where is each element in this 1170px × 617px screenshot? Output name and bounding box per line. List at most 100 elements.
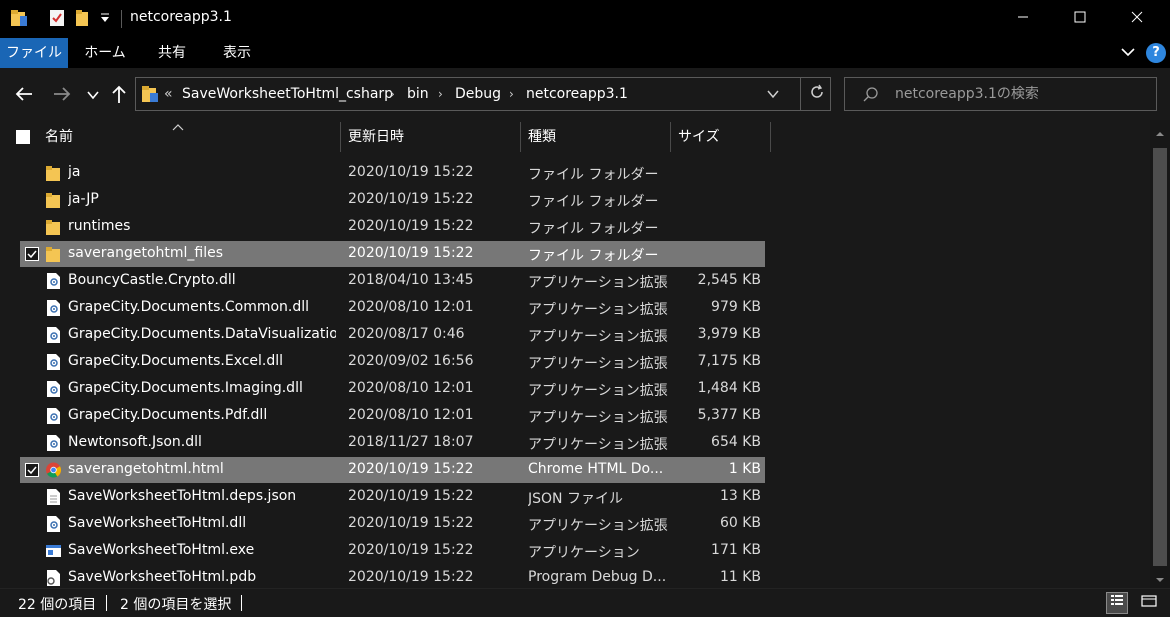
file-name[interactable]: GrapeCity.Documents.Common.dll <box>68 299 336 315</box>
address-bar[interactable]: « SaveWorksheetToHtml_csharp › bin › Deb… <box>135 77 831 111</box>
breadcrumb-savewiorksheettohtml-csharp[interactable]: SaveWorksheetToHtml_csharp <box>182 86 393 102</box>
maximize-button[interactable] <box>1057 0 1103 38</box>
file-date: 2020/10/19 15:22 <box>348 569 474 585</box>
new-folder-icon[interactable] <box>74 8 92 32</box>
dll-file-icon <box>45 380 62 398</box>
file-name[interactable]: GrapeCity.Documents.DataVisualizatio... <box>68 326 336 342</box>
forward-button[interactable] <box>52 84 72 108</box>
search-box[interactable] <box>844 77 1157 111</box>
details-view-button[interactable] <box>1106 592 1128 614</box>
file-row[interactable]: Newtonsoft.Json.dll 2018/11/27 18:07 アプリケー… <box>20 430 765 456</box>
file-date: 2020/08/17 0:46 <box>348 326 465 342</box>
tab-share[interactable]: 共有 <box>146 38 198 68</box>
column-date-modified[interactable]: 更新日時 <box>348 120 404 154</box>
tab-file[interactable]: ファイル <box>0 38 68 68</box>
file-name[interactable]: GrapeCity.Documents.Imaging.dll <box>68 380 336 396</box>
column-size[interactable]: サイズ <box>678 120 720 154</box>
close-button[interactable] <box>1114 0 1160 38</box>
file-row[interactable]: GrapeCity.Documents.DataVisualizatio... 2… <box>20 322 765 348</box>
row-checkbox[interactable] <box>25 247 39 261</box>
file-size: 1,484 KB <box>697 380 761 396</box>
file-name[interactable]: runtimes <box>68 218 336 234</box>
dll-file-icon <box>45 299 62 317</box>
breadcrumb-bin[interactable]: bin <box>407 86 429 102</box>
tab-view[interactable]: 表示 <box>210 38 264 68</box>
minimize-icon <box>1017 11 1029 27</box>
item-count: 22 個の項目 <box>18 597 97 613</box>
close-icon <box>1131 11 1143 27</box>
recent-locations-button[interactable] <box>87 88 99 104</box>
column-divider[interactable] <box>670 122 671 152</box>
file-row[interactable]: ja-JP 2020/10/19 15:22 ファイル フォルダー <box>20 187 765 213</box>
back-button[interactable] <box>14 84 34 108</box>
row-checkbox[interactable] <box>25 463 39 477</box>
file-type: アプリケーション拡張 <box>528 410 668 426</box>
file-name[interactable]: SaveWorksheetToHtml.deps.json <box>68 488 336 504</box>
file-name[interactable]: GrapeCity.Documents.Pdf.dll <box>68 407 336 423</box>
vertical-scrollbar[interactable] <box>1150 120 1170 588</box>
quick-access-dropdown-icon[interactable] <box>100 12 110 28</box>
file-name[interactable]: ja <box>68 164 336 180</box>
file-name[interactable]: SaveWorksheetToHtml.dll <box>68 515 336 531</box>
scrollbar-thumb[interactable] <box>1153 148 1167 566</box>
file-name[interactable]: SaveWorksheetToHtml.pdb <box>68 569 336 585</box>
file-size: 2,545 KB <box>697 272 761 288</box>
file-name[interactable]: saverangetohtml_files <box>68 245 336 261</box>
file-row[interactable]: SaveWorksheetToHtml.exe 2020/10/19 15:22 ア… <box>20 538 765 564</box>
file-date: 2020/10/19 15:22 <box>348 245 474 261</box>
file-name[interactable]: GrapeCity.Documents.Excel.dll <box>68 353 336 369</box>
search-input[interactable] <box>895 84 1145 104</box>
scroll-up-icon[interactable] <box>1155 126 1165 142</box>
address-dropdown-icon[interactable] <box>766 88 780 104</box>
file-size: 11 KB <box>719 569 761 585</box>
properties-icon[interactable] <box>48 8 66 32</box>
file-row[interactable]: GrapeCity.Documents.Common.dll 2020/08/10… <box>20 295 765 321</box>
large-icons-view-icon <box>1141 594 1157 612</box>
file-type: ファイル フォルダー <box>528 248 659 264</box>
column-divider[interactable] <box>340 122 341 152</box>
file-type: アプリケーション拡張 <box>528 383 668 399</box>
file-row[interactable]: SaveWorksheetToHtml.deps.json 2020/10/19 … <box>20 484 765 510</box>
maximize-icon <box>1074 11 1086 27</box>
file-type: ファイル フォルダー <box>528 221 659 237</box>
dll-file-icon <box>45 407 62 425</box>
file-name[interactable]: Newtonsoft.Json.dll <box>68 434 336 450</box>
breadcrumb-chevron-icon[interactable]: › <box>390 87 395 101</box>
select-all-checkbox[interactable] <box>16 130 30 144</box>
refresh-button[interactable] <box>800 78 832 110</box>
minimize-button[interactable] <box>1000 0 1046 38</box>
file-date: 2020/10/19 15:22 <box>348 542 474 558</box>
file-row[interactable]: GrapeCity.Documents.Pdf.dll 2020/08/10 12… <box>20 403 765 429</box>
column-divider[interactable] <box>770 122 771 152</box>
file-row[interactable]: saverangetohtml.html 2020/10/19 15:22 Chro… <box>20 457 765 483</box>
breadcrumb-chevron-icon[interactable]: › <box>509 87 514 101</box>
file-date: 2020/10/19 15:22 <box>348 488 474 504</box>
help-icon[interactable]: ? <box>1146 43 1166 63</box>
tab-home[interactable]: ホーム <box>78 38 132 68</box>
file-name[interactable]: SaveWorksheetToHtml.exe <box>68 542 336 558</box>
file-name[interactable]: saverangetohtml.html <box>68 461 336 477</box>
file-row[interactable]: BouncyCastle.Crypto.dll 2018/04/10 13:45 ア… <box>20 268 765 294</box>
scroll-down-icon[interactable] <box>1155 572 1165 588</box>
column-name[interactable]: 名前 <box>45 120 73 154</box>
breadcrumb-debug[interactable]: Debug <box>455 86 501 102</box>
file-row[interactable]: SaveWorksheetToHtml.dll 2020/10/19 15:22 ア… <box>20 511 765 537</box>
folder-app-icon[interactable] <box>10 8 28 32</box>
breadcrumb-overflow[interactable]: « <box>164 86 173 102</box>
file-row[interactable]: GrapeCity.Documents.Imaging.dll 2020/08/1… <box>20 376 765 402</box>
status-bar: 22 個の項目 2 個の項目を選択 <box>0 588 1170 617</box>
file-row[interactable]: GrapeCity.Documents.Excel.dll 2020/09/02 … <box>20 349 765 375</box>
breadcrumb-chevron-icon[interactable]: › <box>438 87 443 101</box>
up-button[interactable] <box>110 84 128 108</box>
expand-ribbon-icon[interactable] <box>1120 44 1136 64</box>
file-name[interactable]: BouncyCastle.Crypto.dll <box>68 272 336 288</box>
file-name[interactable]: ja-JP <box>68 191 336 207</box>
column-divider[interactable] <box>520 122 521 152</box>
breadcrumb-netcoreapp31[interactable]: netcoreapp3.1 <box>526 86 628 102</box>
large-icons-view-button[interactable] <box>1138 592 1160 614</box>
file-row[interactable]: SaveWorksheetToHtml.pdb 2020/10/19 15:22 P… <box>20 565 765 588</box>
column-type[interactable]: 種類 <box>528 120 556 154</box>
file-row[interactable]: runtimes 2020/10/19 15:22 ファイル フォルダー <box>20 214 765 240</box>
file-row[interactable]: saverangetohtml_files 2020/10/19 15:22 ファイ… <box>20 241 765 267</box>
file-row[interactable]: ja 2020/10/19 15:22 ファイル フォルダー <box>20 160 765 186</box>
